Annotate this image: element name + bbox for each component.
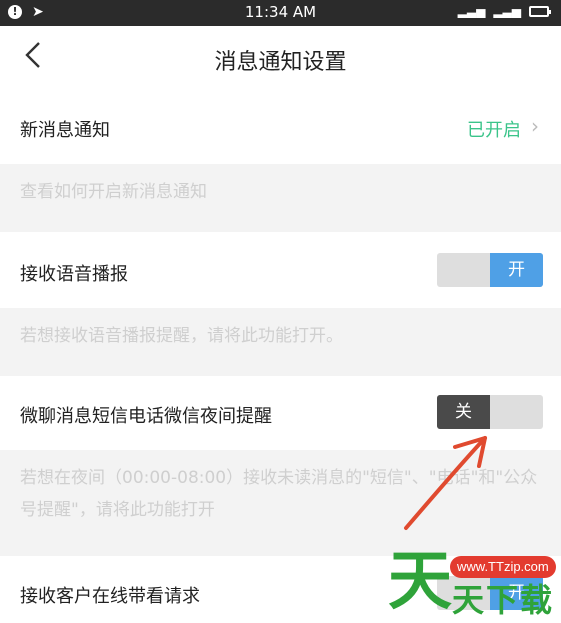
watermark-big-char: 天 — [388, 545, 452, 619]
watermark-url-badge: www.TTzip.com — [450, 556, 556, 578]
watermark-url: www.TTzip.com — [457, 559, 549, 574]
watermark-logo: 天 www.TTzip.com 天下载 — [388, 548, 558, 623]
watermark-text: 天下载 — [452, 581, 555, 619]
annotation-arrow-icon — [404, 436, 487, 530]
